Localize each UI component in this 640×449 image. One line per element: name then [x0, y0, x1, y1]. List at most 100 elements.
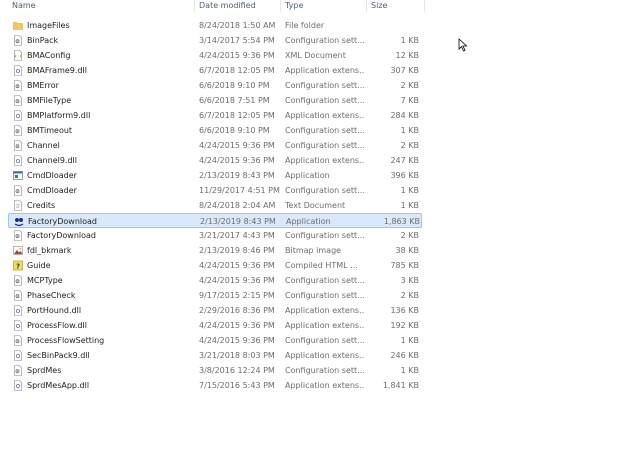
file-date-modified: 6/6/2018 9:10 PM — [199, 126, 270, 135]
file-row[interactable]: BMTimeout 6/6/2018 9:10 PM Configuration s… — [0, 123, 425, 138]
file-row[interactable]: ProcessFlow.dll 4/24/2015 9:36 PM Applicat… — [0, 318, 425, 333]
file-size: 785 KB — [390, 261, 419, 270]
file-row[interactable]: PhaseCheck 9/17/2015 2:15 PM Configuration… — [0, 288, 425, 303]
file-date-modified: 11/29/2017 4:51 PM — [199, 186, 280, 195]
file-name: BMError — [27, 81, 59, 90]
dll-file-icon — [13, 320, 23, 331]
file-type: Configuration sett... — [285, 126, 365, 135]
file-type: Configuration sett... — [285, 291, 365, 300]
file-row[interactable]: PortHound.dll 2/29/2016 8:36 PM Applicatio… — [0, 303, 425, 318]
file-date-modified: 4/24/2015 9:36 PM — [199, 51, 275, 60]
file-type: Configuration sett... — [285, 276, 365, 285]
file-name: Channel9.dll — [27, 156, 77, 165]
file-row[interactable]: SecBinPack9.dll 3/21/2018 8:03 PM Applicat… — [0, 348, 425, 363]
dll-file-icon — [13, 305, 23, 316]
file-date-modified: 2/29/2016 8:36 PM — [199, 306, 275, 315]
file-row[interactable]: CmdDloader 2/13/2019 8:43 PM Application 39… — [0, 168, 425, 183]
file-type: Configuration sett... — [285, 186, 365, 195]
file-size: 1 KB — [400, 366, 419, 375]
file-size: 1,841 KB — [382, 381, 419, 390]
file-row[interactable]: Channel9.dll 4/24/2015 9:36 PM Application… — [0, 153, 425, 168]
dll-file-icon — [13, 65, 23, 76]
file-name: ProcessFlow.dll — [27, 321, 87, 330]
file-type: Configuration sett... — [285, 336, 365, 345]
file-type: Application extens... — [285, 306, 365, 315]
file-name: ProcessFlowSetting — [27, 336, 105, 345]
file-size: 7 KB — [400, 96, 419, 105]
file-row[interactable]: MCPType 4/24/2015 9:36 PM Configuration se… — [0, 273, 425, 288]
column-separator[interactable] — [194, 0, 195, 12]
file-date-modified: 2/13/2019 8:46 PM — [199, 246, 275, 255]
file-type: XML Document — [285, 51, 346, 60]
file-row[interactable]: fdl_bkmark 2/13/2019 8:46 PM Bitmap image 3… — [0, 243, 425, 258]
file-row[interactable]: SprdMes 3/8/2016 12:24 PM Configuration se… — [0, 363, 425, 378]
config-file-icon — [13, 335, 23, 346]
file-size: 38 KB — [395, 246, 419, 255]
column-separator[interactable] — [424, 0, 425, 12]
file-date-modified: 8/24/2018 2:04 AM — [199, 201, 276, 210]
file-type: Configuration sett... — [285, 366, 365, 375]
help-file-icon: ? — [13, 260, 23, 271]
file-size: 247 KB — [390, 156, 419, 165]
dll-file-icon — [13, 155, 23, 166]
file-row[interactable]: BMFileType 6/6/2018 7:51 PM Configuration … — [0, 93, 425, 108]
file-size: 1,863 KB — [383, 217, 420, 226]
file-type: Configuration sett... — [285, 231, 365, 240]
file-name: CmdDloader — [27, 171, 77, 180]
file-date-modified: 4/24/2015 9:36 PM — [199, 141, 275, 150]
dll-file-icon — [13, 380, 23, 391]
config-file-icon — [13, 185, 23, 196]
dll-file-icon — [13, 350, 23, 361]
file-row[interactable]: ProcessFlowSetting 4/24/2015 9:36 PM Confi… — [0, 333, 425, 348]
column-date-header[interactable]: Date modified — [199, 0, 256, 12]
file-row[interactable]: BinPack 3/14/2017 5:54 PM Configuration se… — [0, 33, 425, 48]
file-date-modified: 2/13/2019 8:43 PM — [200, 217, 276, 226]
column-separator[interactable] — [280, 0, 281, 12]
file-date-modified: 3/8/2016 12:24 PM — [199, 366, 275, 375]
file-type: Application — [286, 217, 331, 226]
file-name: CmdDloader — [27, 186, 77, 195]
file-row[interactable]: BMError 6/6/2018 9:10 PM Configuration set… — [0, 78, 425, 93]
file-name: Credits — [27, 201, 56, 210]
file-date-modified: 2/13/2019 8:43 PM — [199, 171, 275, 180]
file-row[interactable]: Channel 4/24/2015 9:36 PM Configuration se… — [0, 138, 425, 153]
column-name-header[interactable]: Name — [12, 0, 36, 12]
file-name: SprdMes — [27, 366, 62, 375]
application-icon — [13, 170, 23, 181]
config-file-icon — [13, 125, 23, 136]
file-type: Bitmap image — [285, 246, 342, 255]
file-row[interactable]: SprdMesApp.dll 7/15/2016 5:43 PM Applicati… — [0, 378, 425, 393]
file-name: PhaseCheck — [27, 291, 76, 300]
config-file-icon — [13, 140, 23, 151]
column-size-header[interactable]: Size — [371, 0, 387, 12]
file-size: 3 KB — [400, 276, 419, 285]
config-file-icon — [13, 80, 23, 91]
file-date-modified: 3/14/2017 5:54 PM — [199, 36, 275, 45]
file-row-selected[interactable]: FactoryDownload 2/13/2019 8:43 PM Applicat… — [8, 213, 422, 228]
file-size: 284 KB — [390, 111, 419, 120]
config-file-icon — [13, 290, 23, 301]
file-date-modified: 4/24/2015 9:36 PM — [199, 276, 275, 285]
file-date-modified: 4/24/2015 9:36 PM — [199, 336, 275, 345]
file-name: MCPType — [27, 276, 63, 285]
file-row[interactable]: BMPlatform9.dll 6/7/2018 12:05 PM Applicat… — [0, 108, 425, 123]
file-date-modified: 6/6/2018 9:10 PM — [199, 81, 270, 90]
file-row[interactable]: CmdDloader 11/29/2017 4:51 PM Configuratio… — [0, 183, 425, 198]
file-name: BMFileType — [27, 96, 72, 105]
bitmap-file-icon — [13, 245, 23, 256]
column-type-header[interactable]: Type — [285, 0, 303, 12]
file-name: Channel — [27, 141, 60, 150]
file-type: Application extens... — [285, 351, 365, 360]
file-row[interactable]: ? Guide 4/24/2015 9:36 PM Compiled HTML ...… — [0, 258, 425, 273]
file-row[interactable]: ImageFiles 8/24/2018 1:50 AM File folder — [0, 18, 425, 33]
file-row[interactable]: BMAFrame9.dll 6/7/2018 12:05 PM Applicatio… — [0, 63, 425, 78]
file-row[interactable]: Credits 8/24/2018 2:04 AM Text Document 1 K… — [0, 198, 425, 213]
config-file-icon — [13, 230, 23, 241]
file-row[interactable]: FactoryDownload 3/21/2017 4:43 PM Configur… — [0, 228, 425, 243]
file-row[interactable]: BMAConfig 4/24/2015 9:36 PM XML Document 12… — [0, 48, 425, 63]
file-date-modified: 4/24/2015 9:36 PM — [199, 261, 275, 270]
file-size: 1 KB — [400, 186, 419, 195]
column-separator[interactable] — [366, 0, 367, 12]
file-date-modified: 8/24/2018 1:50 AM — [199, 21, 276, 30]
file-name: BinPack — [27, 36, 59, 45]
